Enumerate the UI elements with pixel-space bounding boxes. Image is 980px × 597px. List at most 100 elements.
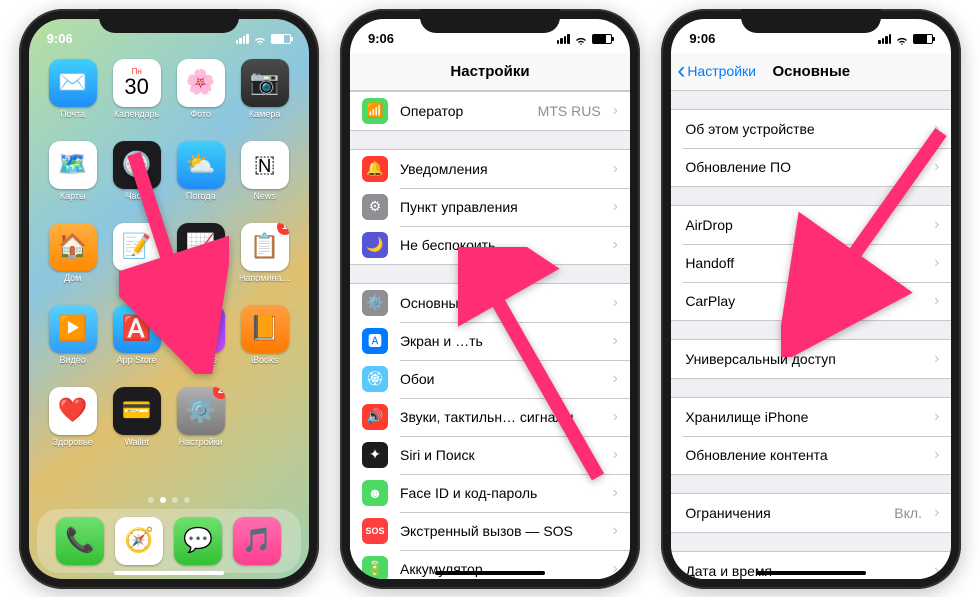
settings-cell[interactable]: AirDrop› xyxy=(671,206,951,244)
cell-label: Универсальный доступ xyxy=(685,351,922,367)
settings-cell[interactable]: 🅰 Экран и …ть › xyxy=(350,322,630,360)
cell-icon: 📶 xyxy=(362,98,388,124)
cell-icon: SOS xyxy=(362,518,388,544)
app-icon: 💳 xyxy=(113,387,161,435)
chevron-icon: › xyxy=(613,332,618,350)
app-label: Камера xyxy=(249,109,280,119)
navbar-title: Основные xyxy=(772,63,850,80)
chevron-icon: › xyxy=(613,446,618,464)
cell-detail: Вкл. xyxy=(894,505,922,521)
app-iBooks[interactable]: 📙iBooks xyxy=(235,305,295,383)
dock-app[interactable]: 💬 xyxy=(174,517,222,565)
settings-cell[interactable]: 📶ОператорMTS RUS› xyxy=(350,92,630,130)
settings-cell[interactable]: ✦Siri и Поиск› xyxy=(350,436,630,474)
settings-cell[interactable]: ⚙Пункт управления› xyxy=(350,188,630,226)
app-App Store[interactable]: 🅰️App Store xyxy=(107,305,167,383)
cell-label: AirDrop xyxy=(685,217,922,233)
settings-cell[interactable]: ОграниченияВкл.› xyxy=(671,494,951,532)
cell-label: Экстренный вызов — SOS xyxy=(400,523,601,539)
app-Фото[interactable]: 🌸Фото xyxy=(171,59,231,137)
general-list[interactable]: Об этом устройстве›Обновление ПО›AirDrop… xyxy=(671,91,951,579)
app-… Store[interactable]: ★… Store xyxy=(171,305,231,383)
cell-label: Ограничения xyxy=(685,505,882,521)
cell-icon: 🔊 xyxy=(362,404,388,430)
settings-cell[interactable]: ☻Face ID и код-пароль› xyxy=(350,474,630,512)
navbar-title: Настройки xyxy=(450,63,529,80)
cell-detail: MTS RUS xyxy=(538,103,601,119)
app-Здоровье[interactable]: ❤️Здоровье xyxy=(43,387,103,465)
app-Камера[interactable]: 📷 Камера xyxy=(235,59,295,137)
cell-label: Обновление ПО xyxy=(685,159,922,175)
app-Wallet[interactable]: 💳Wallet xyxy=(107,387,167,465)
phone-homescreen: 9:06 ✉️ПочтаПн30Календарь🌸Фото📷Камера🗺️К… xyxy=(19,9,319,589)
app-Почта[interactable]: ✉️Почта xyxy=(43,59,103,137)
wifi-icon xyxy=(253,34,267,44)
chevron-icon: › xyxy=(934,120,939,138)
settings-cell[interactable]: Универсальный доступ› xyxy=(671,340,951,378)
app-icon: 📷 xyxy=(241,59,289,107)
app-Дом[interactable]: 🏠Дом xyxy=(43,223,103,301)
app-News[interactable]: 🇳News xyxy=(235,141,295,219)
badge: 2 xyxy=(213,387,225,399)
back-button[interactable]: Настройки xyxy=(677,63,756,79)
settings-cell[interactable]: Хранилище iPhone› xyxy=(671,398,951,436)
app-Напомина…[interactable]: 📋1Напомина… xyxy=(235,223,295,301)
settings-group: Универсальный доступ› xyxy=(671,339,951,379)
cell-label: Хранилище iPhone xyxy=(685,409,922,425)
chevron-icon: › xyxy=(613,236,618,254)
settings-cell[interactable]: 🏵Обои› xyxy=(350,360,630,398)
dock-app[interactable]: 🎵 xyxy=(233,517,281,565)
page-dots xyxy=(29,491,309,509)
badge: 1 xyxy=(277,223,289,235)
settings-cell[interactable]: 🔔Уведомления› xyxy=(350,150,630,188)
cell-label: Экран и …ть xyxy=(400,333,601,349)
app-icon: 🌸 xyxy=(177,59,225,107)
settings-list[interactable]: 📶ОператорMTS RUS›🔔Уведомления›⚙Пункт упр… xyxy=(350,91,630,579)
cell-icon: 🅰 xyxy=(362,328,388,354)
app-Заметки[interactable]: 📝Заметки xyxy=(107,223,167,301)
app-icon: ▶️ xyxy=(49,305,97,353)
settings-cell[interactable]: SOSЭкстренный вызов — SOS› xyxy=(350,512,630,550)
cell-icon: 🔔 xyxy=(362,156,388,182)
app-Часы[interactable]: 🕙Часы xyxy=(107,141,167,219)
settings-cell[interactable]: Обновление ПО› xyxy=(671,148,951,186)
battery-icon xyxy=(592,34,612,44)
navbar: Настройки Основные xyxy=(671,53,951,91)
cell-label: Пункт управления xyxy=(400,199,601,215)
home-indicator xyxy=(114,571,224,575)
cell-icon: ⚙️ xyxy=(362,290,388,316)
app-Акции[interactable]: 📈Акции xyxy=(171,223,231,301)
app-icon: 🏠 xyxy=(49,223,97,271)
settings-cell[interactable]: 🔊Звуки, тактильн… сигналы› xyxy=(350,398,630,436)
app-label: Почта xyxy=(60,109,85,119)
app-icon: 🇳 xyxy=(241,141,289,189)
settings-cell[interactable]: 🌙Не беспокоить› xyxy=(350,226,630,264)
dock-app[interactable]: 🧭 xyxy=(115,517,163,565)
app-Настройки[interactable]: ⚙️2Настройки xyxy=(171,387,231,465)
chevron-icon: › xyxy=(613,198,618,216)
app-label: Часы xyxy=(126,191,148,201)
settings-cell[interactable]: CarPlay › xyxy=(671,282,951,320)
settings-cell[interactable]: ⚙️Основные› xyxy=(350,284,630,322)
app-Календарь[interactable]: Пн30Календарь xyxy=(107,59,167,137)
navbar: Настройки xyxy=(350,53,630,91)
chevron-icon: › xyxy=(934,292,939,310)
chevron-icon: › xyxy=(613,408,618,426)
settings-cell[interactable]: Handoff› xyxy=(671,244,951,282)
signal-icon xyxy=(557,34,570,44)
dock-app[interactable]: 📞 xyxy=(56,517,104,565)
app-label: Карты xyxy=(60,191,86,201)
app-Карты[interactable]: 🗺️Карты xyxy=(43,141,103,219)
app-Видео[interactable]: ▶️ Видео xyxy=(43,305,103,383)
settings-cell[interactable]: Об этом устройстве › xyxy=(671,110,951,148)
cell-label: Face ID и код-пароль xyxy=(400,485,601,501)
wifi-icon xyxy=(895,34,909,44)
cell-label: Уведомления xyxy=(400,161,601,177)
app-label: Видео xyxy=(60,355,86,365)
settings-cell[interactable]: Обновление контента› xyxy=(671,436,951,474)
status-time: 9:06 xyxy=(689,31,715,46)
app-icon: Пн30 xyxy=(113,59,161,107)
cell-label: CarPlay xyxy=(685,293,922,309)
cell-label: Об этом устройстве xyxy=(685,121,922,137)
app-Погода[interactable]: ⛅Погода xyxy=(171,141,231,219)
